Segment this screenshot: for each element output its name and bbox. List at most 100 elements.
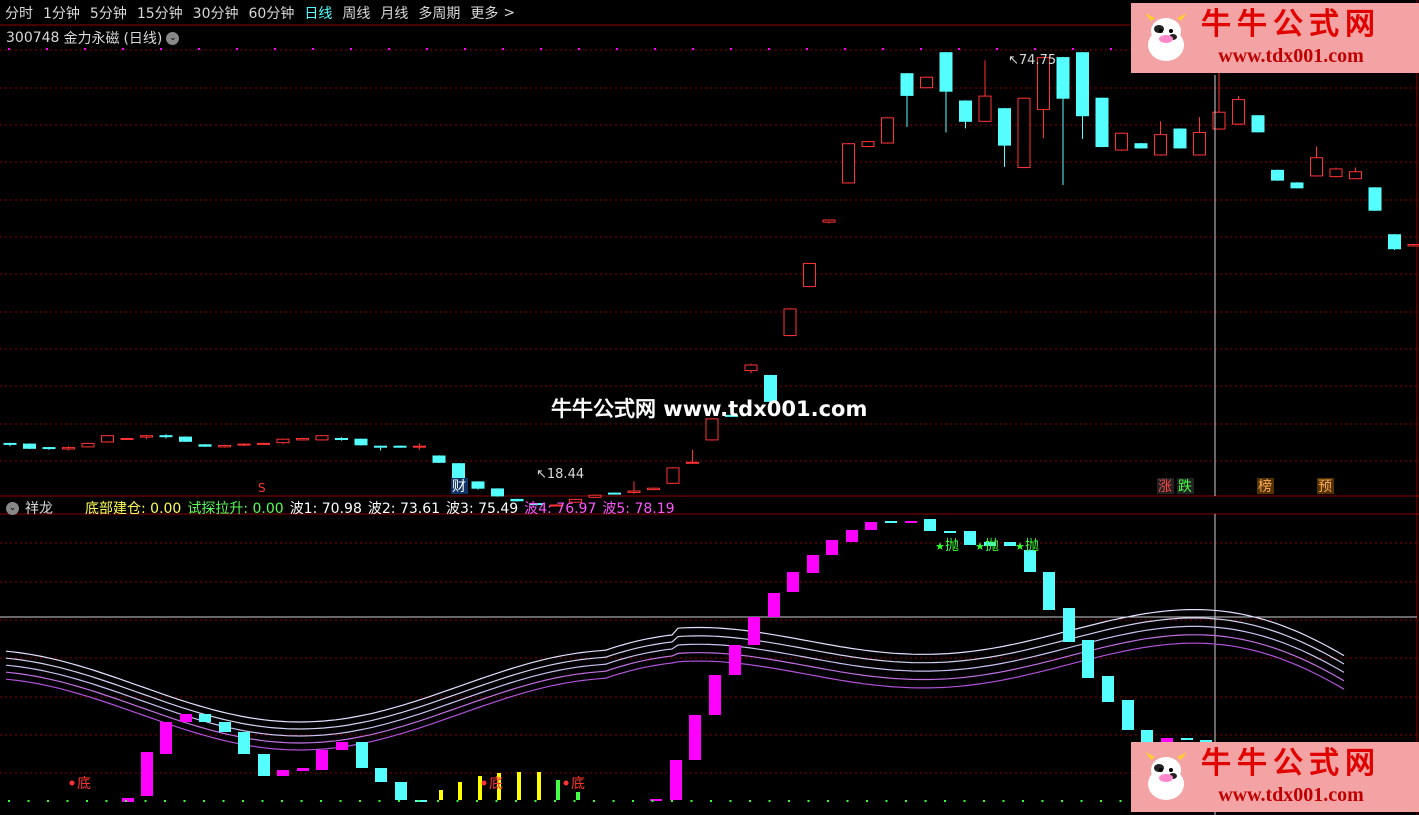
- baseline-dot: [164, 800, 166, 802]
- candle-body: [608, 492, 621, 495]
- indicator-number: 75.49: [478, 501, 519, 517]
- indicator-value-3: 波2: 73.61: [368, 498, 440, 518]
- stock-code: 300748: [6, 30, 60, 46]
- period-toolbar: 分时 1分钟 5分钟 15分钟 30分钟 60分钟 日线 周线 月线 多周期 更多 >: [0, 0, 1130, 26]
- baseline-dot: [261, 800, 264, 802]
- chevron-down-icon[interactable]: ⌄: [166, 31, 180, 45]
- baseline-dot: [866, 800, 868, 802]
- baseline-dot: [203, 800, 205, 802]
- candle-body: [1251, 115, 1265, 133]
- tab-6[interactable]: 日线: [299, 3, 337, 23]
- indicator-bar: [670, 760, 682, 800]
- indicator-name[interactable]: 祥龙: [25, 498, 53, 518]
- event-bang: 榜: [1258, 478, 1272, 495]
- baseline-dot: [1041, 800, 1044, 802]
- indicator-bar: [1043, 572, 1055, 610]
- candle-body: [471, 481, 485, 489]
- candle-body: [296, 437, 309, 441]
- indicator-bar: [846, 530, 858, 542]
- candle-body: [1193, 132, 1206, 156]
- indicator-bar: [478, 776, 482, 800]
- candle-body: [335, 437, 348, 440]
- bottom-dot-icon: [563, 780, 569, 786]
- tab-3[interactable]: 15分钟: [132, 3, 188, 23]
- indicator-bar: [748, 617, 760, 645]
- baseline-dot: [593, 800, 595, 802]
- candle-body: [1232, 99, 1245, 125]
- tab-2[interactable]: 5分钟: [85, 3, 132, 23]
- candle-body: [998, 108, 1011, 146]
- tab-10[interactable]: 更多: [465, 3, 503, 23]
- baseline-dot: [710, 800, 712, 802]
- baseline-dot: [788, 800, 790, 802]
- candle-body: [1349, 171, 1362, 180]
- chevron-right-icon[interactable]: >: [503, 5, 520, 21]
- candle-body: [1173, 128, 1187, 149]
- candle-body: [1154, 134, 1167, 156]
- top-dot: [502, 48, 504, 50]
- top-dot: [578, 48, 580, 50]
- top-dot: [312, 48, 314, 50]
- tab-0[interactable]: 分时: [0, 3, 38, 23]
- top-dot: [920, 48, 922, 50]
- candle-body: [432, 455, 446, 463]
- indicator-bar: [258, 754, 270, 776]
- indicator-bar: [807, 555, 819, 573]
- top-dot: [806, 48, 808, 50]
- tab-7[interactable]: 周线: [337, 3, 375, 23]
- logo-url: www.tdx001.com: [1218, 784, 1364, 806]
- candle-body: [1407, 244, 1419, 247]
- baseline-dot: [339, 800, 342, 802]
- tab-4[interactable]: 30分钟: [188, 3, 244, 23]
- baseline-dot: [983, 800, 985, 802]
- tab-1[interactable]: 1分钟: [38, 3, 85, 23]
- baseline-dot: [807, 800, 810, 802]
- chevron-down-icon[interactable]: ⌄: [6, 501, 19, 515]
- indicator-bar: [219, 722, 231, 732]
- candle-body: [881, 117, 894, 144]
- candle-body: [257, 442, 270, 445]
- tab-5[interactable]: 60分钟: [244, 3, 300, 23]
- top-dot: [540, 48, 542, 50]
- event-zhang: 涨: [1158, 479, 1172, 495]
- baseline-dot: [573, 800, 576, 802]
- top-dot: [1072, 48, 1074, 50]
- baseline-dot: [924, 800, 927, 802]
- baseline-dot: [827, 800, 829, 802]
- indicator-bar: [297, 768, 309, 771]
- indicator-number: 0.00: [150, 501, 182, 517]
- baseline-dot: [671, 800, 673, 802]
- candle-body: [413, 445, 426, 448]
- baseline-dot: [554, 800, 556, 802]
- baseline-dot: [222, 800, 225, 802]
- indicator-number: 0.00: [252, 501, 284, 517]
- baseline-dot: [846, 800, 849, 802]
- indicator-number: 70.98: [321, 501, 362, 517]
- baseline-dot: [27, 800, 30, 802]
- indicator-label: 波3:: [446, 501, 479, 517]
- baseline-dot: [300, 800, 303, 802]
- baseline-dot: [534, 800, 537, 802]
- stock-title-bar: 300748 金力永磁 (日线) ⌄: [6, 28, 180, 48]
- baseline-dot: [651, 800, 654, 802]
- tab-9[interactable]: 多周期: [413, 3, 465, 23]
- indicator-bar: [905, 521, 917, 523]
- indicator-bar: [356, 742, 368, 768]
- candle-body: [647, 487, 660, 491]
- indicator-bar: [1082, 640, 1094, 678]
- baseline-dot: [1061, 800, 1063, 802]
- candle-body: [959, 100, 972, 122]
- baseline-dot: [456, 800, 459, 802]
- candle-body: [978, 95, 992, 122]
- bottom-dot-icon: [69, 780, 75, 786]
- candle-body: [627, 490, 641, 493]
- cow-mascot-icon: [1145, 752, 1187, 800]
- tab-8[interactable]: 月线: [375, 3, 413, 23]
- indicator-value-4: 波3: 75.49: [446, 498, 518, 518]
- top-dot: [198, 48, 200, 50]
- logo-bottom: 牛牛公式网 www.tdx001.com: [1131, 742, 1419, 812]
- candle-body: [1095, 97, 1109, 148]
- baseline-dot: [749, 800, 751, 802]
- candle-body: [1310, 157, 1323, 177]
- signal-sell: 抛: [945, 538, 959, 554]
